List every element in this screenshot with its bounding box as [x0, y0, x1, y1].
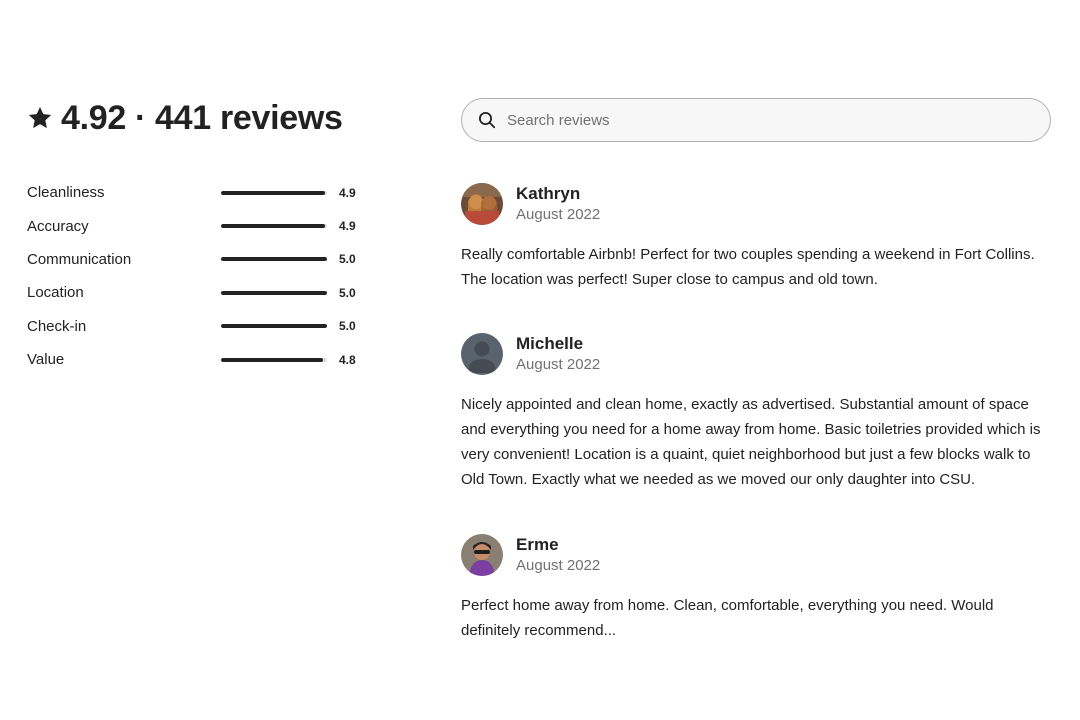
- rating-bar: [221, 290, 327, 295]
- rating-bar-fill: [221, 224, 325, 229]
- review-header: Erme August 2022: [461, 534, 1053, 576]
- rating-label: Value: [27, 351, 65, 369]
- rating-score: 5.0: [339, 252, 356, 267]
- review-text: Really comfortable Airbnb! Perfect for t…: [461, 246, 1035, 288]
- rating-bar-fill: [221, 190, 325, 195]
- rating-bar: [221, 224, 327, 229]
- reviewer-name[interactable]: Erme: [516, 534, 600, 555]
- rating-score: 4.9: [339, 185, 356, 200]
- rating-summary-panel: 4.92 · 441 reviews Cleanliness 4.9 Accur…: [27, 96, 367, 376]
- rating-bar: [221, 190, 327, 195]
- rating-row-cleanliness: Cleanliness 4.9: [27, 176, 367, 209]
- rating-label: Check-in: [27, 317, 87, 335]
- review-count[interactable]: 441 reviews: [155, 99, 343, 138]
- rating-score: 5.0: [339, 319, 356, 334]
- review-text: Nicely appointed and clean home, exactly…: [461, 396, 1041, 488]
- search-reviews-input[interactable]: [505, 110, 1029, 130]
- rating-row-accuracy: Accuracy 4.9: [27, 209, 367, 242]
- rating-label: Location: [27, 284, 84, 302]
- reviewer-avatar[interactable]: [461, 183, 503, 225]
- star-icon: [27, 105, 53, 131]
- separator: ·: [134, 98, 147, 137]
- reviewer-avatar[interactable]: [461, 534, 503, 576]
- rating-score: 4.8: [339, 352, 356, 367]
- rating-label: Communication: [27, 250, 132, 268]
- rating-bar: [221, 357, 327, 362]
- review-item: Kathryn August 2022 Really comfortable A…: [461, 183, 1053, 292]
- review-item: Erme August 2022 Perfect home away from …: [461, 534, 1053, 643]
- review-date: August 2022: [516, 557, 601, 574]
- rating-bar-fill: [221, 257, 327, 262]
- review-item: Michelle August 2022 Nicely appointed an…: [461, 333, 1053, 492]
- rating-bar-fill: [221, 357, 323, 362]
- rating-bar-fill: [221, 324, 327, 329]
- rating-row-check-in: Check-in 5.0: [27, 310, 367, 343]
- reviewer-name[interactable]: Kathryn: [516, 183, 600, 204]
- reviews-panel: Kathryn August 2022 Really comfortable A…: [461, 98, 1053, 639]
- reviews-page: 4.92 · 441 reviews Cleanliness 4.9 Accur…: [0, 0, 1080, 720]
- rating-row-location: Location 5.0: [27, 276, 367, 309]
- review-header: Kathryn August 2022: [461, 183, 1053, 225]
- reviewer-info: Kathryn August 2022: [516, 183, 600, 225]
- rating-label: Accuracy: [27, 217, 89, 235]
- reviewer-info: Erme August 2022: [516, 534, 600, 576]
- rating-label: Cleanliness: [27, 184, 105, 202]
- rating-score: 4.9: [339, 219, 356, 234]
- reviewer-name[interactable]: Michelle: [516, 333, 600, 354]
- category-ratings: Cleanliness 4.9 Accuracy 4.9 Communicati…: [27, 176, 367, 376]
- rating-bar-fill: [221, 290, 327, 295]
- overall-score: 4.92: [61, 98, 126, 137]
- review-header: Michelle August 2022: [461, 333, 1053, 375]
- review-date: August 2022: [516, 356, 601, 373]
- search-reviews-bar[interactable]: [461, 98, 1051, 142]
- reviewer-avatar[interactable]: [461, 333, 503, 375]
- rating-score: 5.0: [339, 285, 356, 300]
- reviewer-info: Michelle August 2022: [516, 333, 600, 375]
- rating-row-communication: Communication 5.0: [27, 243, 367, 276]
- review-date: August 2022: [516, 206, 601, 223]
- rating-bar: [221, 257, 327, 262]
- review-text: Perfect home away from home. Clean, comf…: [461, 597, 994, 639]
- search-icon: [478, 111, 496, 129]
- rating-summary-heading: 4.92 · 441 reviews: [27, 96, 367, 140]
- rating-bar: [221, 324, 327, 329]
- rating-row-value: Value 4.8: [27, 343, 367, 376]
